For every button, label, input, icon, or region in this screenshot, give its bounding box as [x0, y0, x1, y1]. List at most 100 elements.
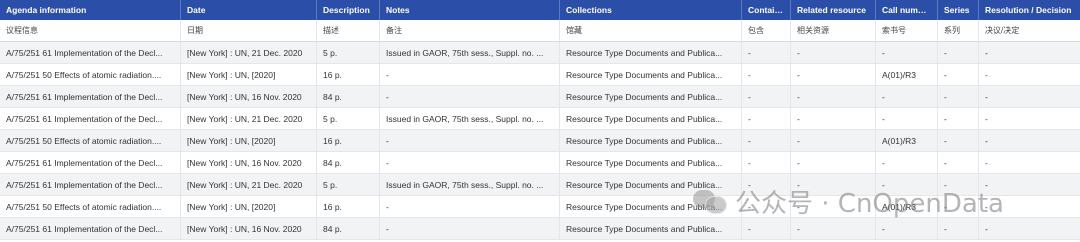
table-cell-series: -: [938, 196, 979, 217]
table-cell-description: 16 p.: [317, 130, 380, 151]
table-cell-notes: Issued in GAOR, 75th sess., Suppl. no. .…: [380, 174, 560, 195]
cell-value: A(01)/R3: [882, 135, 917, 146]
table-cell-resolution-decision: -: [979, 174, 1080, 195]
table-cell-agenda-information: A/75/251 50 Effects of atomic radiation.…: [0, 130, 181, 151]
table-row[interactable]: A/75/251 50 Effects of atomic radiation.…: [0, 196, 1080, 218]
cell-value: -: [748, 135, 751, 146]
table-cell-notes: -: [380, 86, 560, 107]
table-cell-resolution-decision: -: [979, 130, 1080, 151]
table-cell-contains: -: [742, 64, 791, 85]
column-header-agenda-information[interactable]: Agenda information: [0, 0, 181, 20]
table-cell-collections: Resource Type Documents and Publica...: [560, 218, 742, 239]
column-header-contains[interactable]: Contains: [742, 0, 791, 20]
cell-value: -: [944, 69, 947, 80]
cell-value: -: [882, 179, 885, 190]
cell-value: -: [882, 157, 885, 168]
table-cell-related-resource: -: [791, 42, 876, 63]
cell-value: -: [797, 157, 800, 168]
cell-value: [New York] : UN, 16 Nov. 2020: [187, 91, 302, 102]
cell-value: 16 p.: [323, 69, 342, 80]
table-cell-resolution-decision: -: [979, 108, 1080, 129]
cell-value: -: [797, 113, 800, 124]
cell-value: [New York] : UN, 16 Nov. 2020: [187, 157, 302, 168]
table-cell-collections: Resource Type Documents and Publica...: [560, 174, 742, 195]
cell-value: A/75/251 61 Implementation of the Decl..…: [6, 157, 163, 168]
cell-value: -: [985, 179, 988, 190]
column-subheader-label: 包含: [748, 26, 764, 35]
table-cell-collections: Resource Type Documents and Publica...: [560, 152, 742, 173]
table-row[interactable]: A/75/251 61 Implementation of the Decl..…: [0, 218, 1080, 240]
table-cell-date: [New York] : UN, [2020]: [181, 196, 317, 217]
table-row[interactable]: A/75/251 61 Implementation of the Decl..…: [0, 86, 1080, 108]
cell-value: -: [797, 47, 800, 58]
cell-value: -: [944, 223, 947, 234]
column-subheader-related-resource: 相关资源: [791, 20, 876, 41]
column-subheader-label: 描述: [323, 26, 339, 35]
cell-value: 84 p.: [323, 157, 342, 168]
table-cell-notes: -: [380, 64, 560, 85]
table-row[interactable]: A/75/251 61 Implementation of the Decl..…: [0, 108, 1080, 130]
table-cell-notes: -: [380, 218, 560, 239]
column-header-label: Contains: [748, 5, 784, 15]
table-cell-agenda-information: A/75/251 50 Effects of atomic radiation.…: [0, 64, 181, 85]
cell-value: A/75/251 61 Implementation of the Decl..…: [6, 91, 163, 102]
column-header-collections[interactable]: Collections: [560, 0, 742, 20]
table-cell-contains: -: [742, 174, 791, 195]
table-row[interactable]: A/75/251 61 Implementation of the Decl..…: [0, 174, 1080, 196]
table-row[interactable]: A/75/251 50 Effects of atomic radiation.…: [0, 130, 1080, 152]
table-row[interactable]: A/75/251 61 Implementation of the Decl..…: [0, 152, 1080, 174]
column-header-related-resource[interactable]: Related resource: [791, 0, 876, 20]
cell-value: A(01)/R3: [882, 201, 917, 212]
cell-value: 84 p.: [323, 223, 342, 234]
table-cell-related-resource: -: [791, 86, 876, 107]
cell-value: -: [985, 157, 988, 168]
table-cell-date: [New York] : UN, 21 Dec. 2020: [181, 108, 317, 129]
cell-value: Issued in GAOR, 75th sess., Suppl. no. .…: [386, 113, 544, 124]
cell-value: [New York] : UN, 21 Dec. 2020: [187, 47, 303, 58]
column-header-label: Date: [187, 5, 206, 15]
table-cell-contains: -: [742, 86, 791, 107]
column-header-date[interactable]: Date: [181, 0, 317, 20]
column-subheader-label: 日期: [187, 26, 203, 35]
cell-value: -: [386, 223, 389, 234]
column-header-call-number[interactable]: Call number: [876, 0, 938, 20]
cell-value: -: [882, 223, 885, 234]
table-cell-collections: Resource Type Documents and Publica...: [560, 86, 742, 107]
cell-value: Resource Type Documents and Publica...: [566, 223, 723, 234]
table-cell-contains: -: [742, 130, 791, 151]
table-row[interactable]: A/75/251 61 Implementation of the Decl..…: [0, 42, 1080, 64]
cell-value: 16 p.: [323, 201, 342, 212]
cell-value: -: [985, 47, 988, 58]
table-cell-resolution-decision: -: [979, 64, 1080, 85]
table-cell-agenda-information: A/75/251 61 Implementation of the Decl..…: [0, 174, 181, 195]
table-cell-notes: -: [380, 196, 560, 217]
cell-value: -: [985, 91, 988, 102]
cell-value: [New York] : UN, 16 Nov. 2020: [187, 223, 302, 234]
table-cell-resolution-decision: -: [979, 218, 1080, 239]
table-cell-series: -: [938, 108, 979, 129]
column-header-description[interactable]: Description: [317, 0, 380, 20]
table-row[interactable]: A/75/251 50 Effects of atomic radiation.…: [0, 64, 1080, 86]
cell-value: A/75/251 61 Implementation of the Decl..…: [6, 113, 163, 124]
table-cell-resolution-decision: -: [979, 42, 1080, 63]
table-cell-related-resource: -: [791, 130, 876, 151]
cell-value: -: [748, 69, 751, 80]
table-cell-collections: Resource Type Documents and Publica...: [560, 108, 742, 129]
cell-value: -: [944, 91, 947, 102]
table-cell-date: [New York] : UN, 16 Nov. 2020: [181, 86, 317, 107]
cell-value: 5 p.: [323, 179, 338, 190]
cell-value: A/75/251 50 Effects of atomic radiation.…: [6, 201, 162, 212]
cell-value: -: [748, 113, 751, 124]
table-cell-contains: -: [742, 42, 791, 63]
cell-value: -: [882, 47, 885, 58]
column-header-resolution-decision[interactable]: Resolution / Decision: [979, 0, 1080, 20]
data-table: Agenda information Date Description Notes Co…: [0, 0, 1080, 240]
table-cell-call-number: -: [876, 174, 938, 195]
table-cell-date: [New York] : UN, 21 Dec. 2020: [181, 42, 317, 63]
column-header-series[interactable]: Series: [938, 0, 979, 20]
column-header-notes[interactable]: Notes: [380, 0, 560, 20]
column-subheader-label: 系列: [944, 26, 960, 35]
table-cell-agenda-information: A/75/251 61 Implementation of the Decl..…: [0, 86, 181, 107]
cell-value: -: [944, 135, 947, 146]
cell-value: -: [944, 113, 947, 124]
